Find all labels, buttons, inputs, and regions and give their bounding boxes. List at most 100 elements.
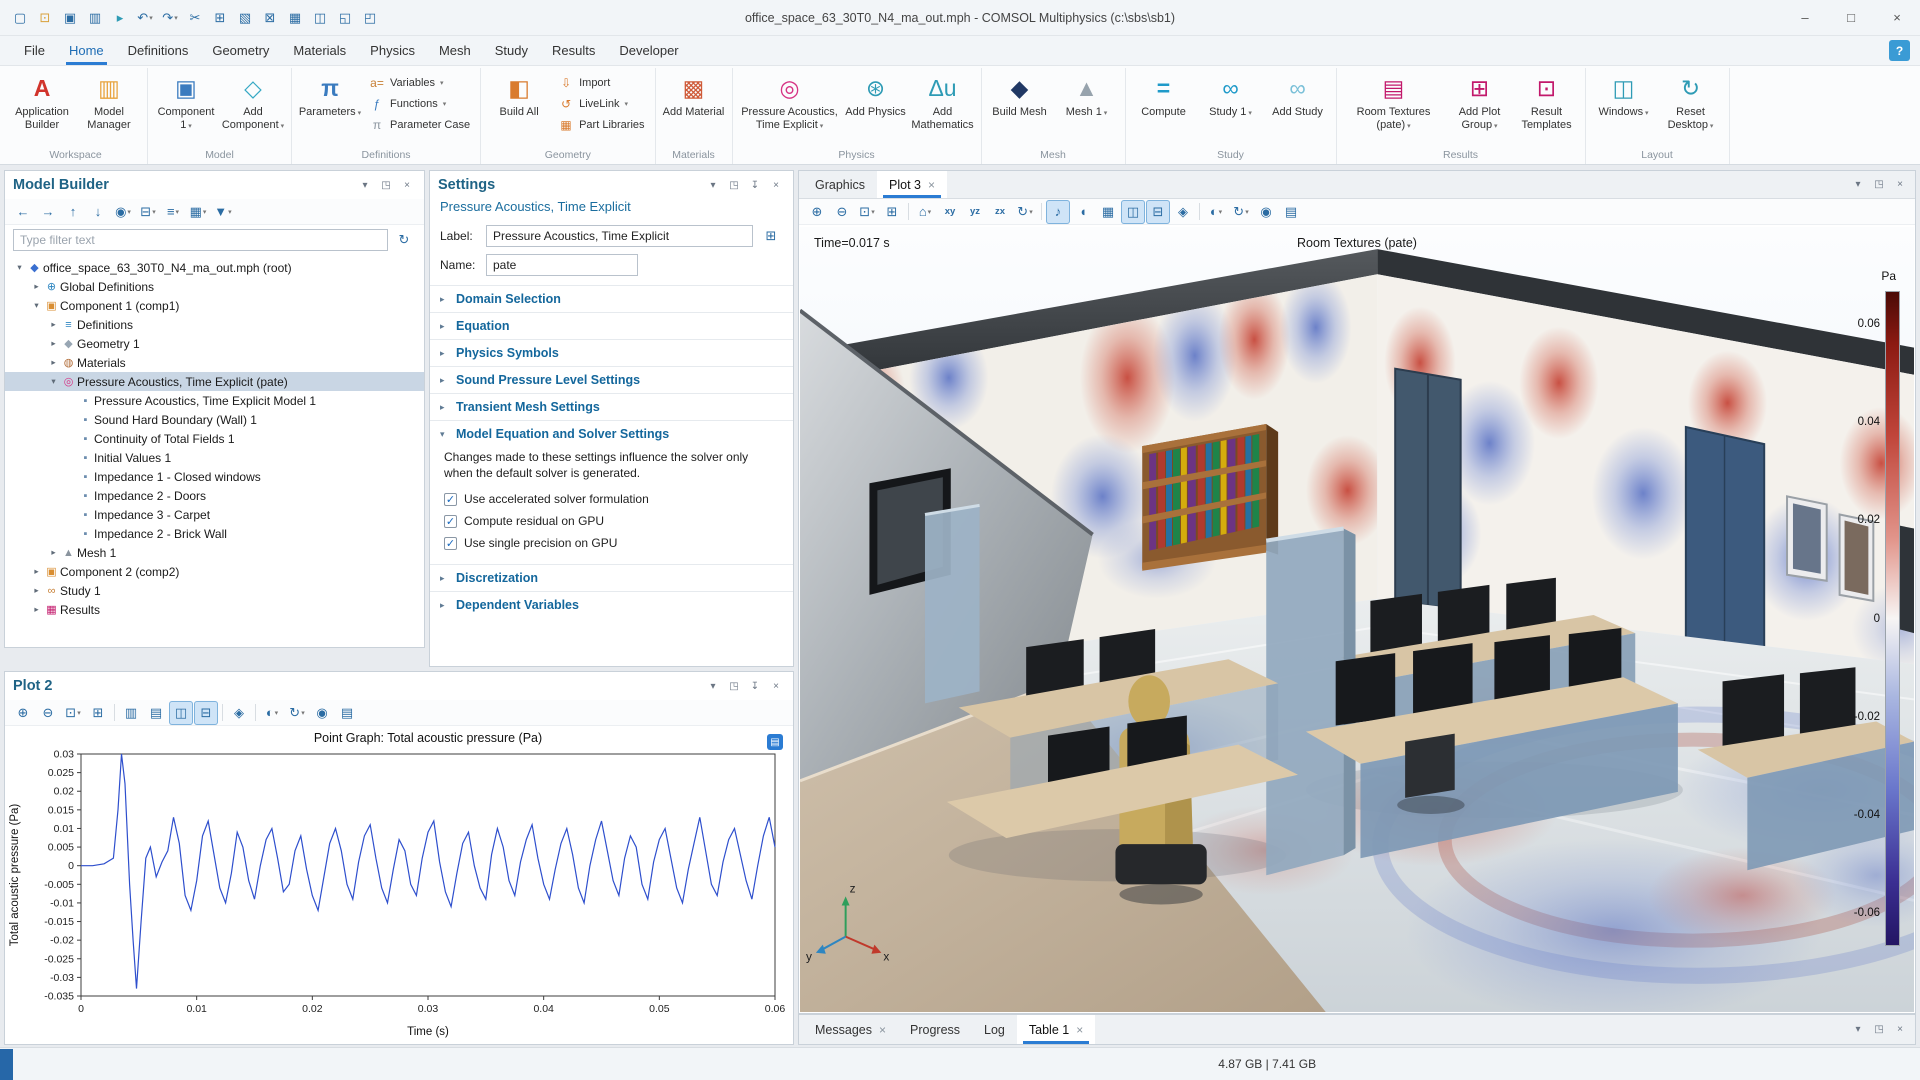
add-plot-group-button[interactable]: ⊞ Add Plot Group ▾ <box>1447 68 1513 144</box>
tree-node-global-definitions[interactable]: ▸ ⊕ Global Definitions <box>5 277 424 296</box>
checkbox-checked-icon[interactable]: ✓ <box>444 536 457 550</box>
float-icon[interactable]: ◳ <box>377 176 395 194</box>
chevron-right-icon[interactable]: ▸ <box>47 357 60 368</box>
collapse-icon[interactable]: ▾ <box>704 677 722 695</box>
split-horizontal-icon[interactable]: ◫ <box>1121 199 1145 224</box>
menu-file[interactable]: File <box>12 36 57 65</box>
tree-node-definitions[interactable]: ▸ ≡ Definitions <box>5 315 424 334</box>
tab-graphics[interactable]: Graphics <box>803 171 877 198</box>
float-icon[interactable]: ◳ <box>1870 176 1888 194</box>
view-yz-icon[interactable]: yz <box>963 200 987 224</box>
chevron-right-icon[interactable]: ▸ <box>30 585 43 596</box>
add-study-button[interactable]: ∞ Add Study <box>1265 68 1331 144</box>
lock-axes-icon[interactable]: ◈ <box>227 701 251 725</box>
plot-settings-icon[interactable]: ◐ ▾ <box>260 701 284 725</box>
copy-icon[interactable]: ⊞ <box>208 6 232 30</box>
close-icon[interactable]: × <box>1891 1021 1909 1039</box>
chevron-right-icon[interactable]: ▸ <box>30 281 43 292</box>
pressure-acoustics-time-explicit-button[interactable]: ◎ Pressure Acoustics, Time Explicit ▾ <box>738 68 842 144</box>
split-vertical-icon[interactable]: ⊟ <box>194 700 218 725</box>
scene-light-icon[interactable]: ◖ <box>1071 200 1095 224</box>
split-horizontal-icon[interactable]: ◫ <box>169 700 193 725</box>
variables-button[interactable]: a= Variables ▾ <box>364 73 475 93</box>
tree-node-pressure-acoustics-time-explicit-pate[interactable]: ▾ ◎ Pressure Acoustics, Time Explicit (pat… <box>5 372 424 391</box>
tab-messages[interactable]: Messages × <box>803 1015 898 1044</box>
print-plot-icon[interactable]: ▤ <box>335 701 359 725</box>
settings-window-icon[interactable]: ◫ <box>308 6 332 30</box>
windows-button[interactable]: ◫ Windows ▾ <box>1591 68 1657 144</box>
grid-lines-icon[interactable]: ▤ <box>144 701 168 725</box>
close-tab-icon[interactable]: × <box>1076 1023 1083 1037</box>
zoom-extents-icon[interactable]: ⊞ <box>86 701 110 725</box>
plot-export-icon[interactable]: ▤ <box>767 734 783 750</box>
float-icon[interactable]: ◳ <box>725 677 743 695</box>
go-to-default-view-icon[interactable]: ⌂ ▾ <box>913 200 937 224</box>
environment-icon[interactable]: ▦ <box>1096 200 1120 224</box>
zoom-out-icon[interactable]: ⊖ <box>36 701 60 725</box>
delete-icon[interactable]: ⊠ <box>258 6 282 30</box>
close-window-icon[interactable]: × <box>1874 0 1920 36</box>
tab-plot-3[interactable]: Plot 3 × <box>877 171 948 198</box>
close-tab-icon[interactable]: × <box>879 1023 886 1037</box>
zoom-out-icon[interactable]: ⊖ <box>830 200 854 224</box>
new-file-icon[interactable]: ▢ <box>8 6 32 30</box>
filter-input[interactable] <box>13 229 388 251</box>
float-icon[interactable]: ◳ <box>1870 1021 1888 1039</box>
show-icon[interactable]: ◉ ▾ <box>111 200 135 224</box>
windows-layout-icon[interactable]: ◰ <box>358 6 382 30</box>
play-sound-icon[interactable]: ♪ <box>1046 199 1070 224</box>
print-graphics-icon[interactable]: ▤ <box>1279 200 1303 224</box>
zoom-in-icon[interactable]: ⊕ <box>11 701 35 725</box>
close-tab-icon[interactable]: × <box>928 178 935 192</box>
tree-node-initial-values-1[interactable]: ▪ Initial Values 1 <box>5 448 424 467</box>
part-libraries-button[interactable]: ▦ Part Libraries <box>553 115 649 135</box>
split-vertical-icon[interactable]: ⊟ <box>1146 199 1170 224</box>
view-xy-icon[interactable]: xy <box>938 200 962 224</box>
application-builder-button[interactable]: A Application Builder <box>9 68 75 144</box>
tree-node-office-space-63-30t0-n4-ma-out-mph-root[interactable]: ▾ ◆ office_space_63_30T0_N4_ma_out.mph (ro… <box>5 258 424 277</box>
tab-table-1[interactable]: Table 1 × <box>1016 1015 1096 1044</box>
tree-node-impedance-1-closed-windows[interactable]: ▪ Impedance 1 - Closed windows <box>5 467 424 486</box>
parameters-button[interactable]: π Parameters ▾ <box>297 68 363 144</box>
section-equation[interactable]: ▸ Equation <box>430 312 793 339</box>
study-1-button[interactable]: ∞ Study 1 ▾ <box>1198 68 1264 144</box>
image-snapshot-icon[interactable]: ◉ <box>310 701 334 725</box>
model-tree-node-text-icon[interactable]: ≡ ▾ <box>161 200 185 224</box>
menu-study[interactable]: Study <box>483 36 540 65</box>
section-domain-selection[interactable]: ▸ Domain Selection <box>430 285 793 312</box>
mesh-1-button[interactable]: ▲ Mesh 1 ▾ <box>1054 68 1120 144</box>
room-textures-pate-button[interactable]: ▤ Room Textures (pate) ▾ <box>1342 68 1446 144</box>
zoom-box-icon[interactable]: ⊡ ▾ <box>61 701 85 725</box>
update-plot-icon[interactable]: ↻ ▾ <box>285 701 309 725</box>
collapse-icon[interactable]: ▾ <box>356 176 374 194</box>
collapse-icon[interactable]: ▾ <box>1849 176 1867 194</box>
model-manager-button[interactable]: ▥ Model Manager <box>76 68 142 144</box>
tree-node-study-1[interactable]: ▸ ∞ Study 1 <box>5 581 424 600</box>
print-icon[interactable]: ▥ <box>83 6 107 30</box>
section-discretization[interactable]: ▸ Discretization <box>430 564 793 591</box>
tree-node-component-2-comp2[interactable]: ▸ ▣ Component 2 (comp2) <box>5 562 424 581</box>
menu-results[interactable]: Results <box>540 36 607 65</box>
chevron-right-icon[interactable]: ▸ <box>47 338 60 349</box>
chevron-right-icon[interactable]: ▸ <box>30 604 43 615</box>
view-zx-icon[interactable]: zx <box>988 200 1012 224</box>
tree-node-pressure-acoustics-time-explicit-model-1[interactable]: ▪ Pressure Acoustics, Time Explicit Model… <box>5 391 424 410</box>
tree-node-impedance-2-brick-wall[interactable]: ▪ Impedance 2 - Brick Wall <box>5 524 424 543</box>
pin-icon[interactable]: ↧ <box>746 176 764 194</box>
build-all-button[interactable]: ◧ Build All <box>486 68 552 144</box>
chevron-right-icon[interactable]: ▸ <box>30 566 43 577</box>
result-templates-button[interactable]: ⊡ Result Templates <box>1514 68 1580 144</box>
tree-node-results[interactable]: ▸ ▦ Results <box>5 600 424 619</box>
menu-materials[interactable]: Materials <box>281 36 358 65</box>
settings-subtitle[interactable]: Pressure Acoustics, Time Explicit <box>430 199 793 221</box>
section-dependent-variables[interactable]: ▸ Dependent Variables <box>430 591 793 618</box>
add-mathematics-button[interactable]: Δu Add Mathematics <box>910 68 976 144</box>
tree-node-impedance-3-carpet[interactable]: ▪ Impedance 3 - Carpet <box>5 505 424 524</box>
collapse-icon[interactable]: ▾ <box>704 176 722 194</box>
tree-node-continuity-of-total-fields-1[interactable]: ▪ Continuity of Total Fields 1 <box>5 429 424 448</box>
open-file-icon[interactable]: ⊡ <box>33 6 57 30</box>
chevron-down-icon[interactable]: ▾ <box>13 262 26 273</box>
chevron-right-icon[interactable]: ▸ <box>47 547 60 558</box>
tree-node-component-1-comp1[interactable]: ▾ ▣ Component 1 (comp1) <box>5 296 424 315</box>
tree-node-geometry-1[interactable]: ▸ ◆ Geometry 1 <box>5 334 424 353</box>
